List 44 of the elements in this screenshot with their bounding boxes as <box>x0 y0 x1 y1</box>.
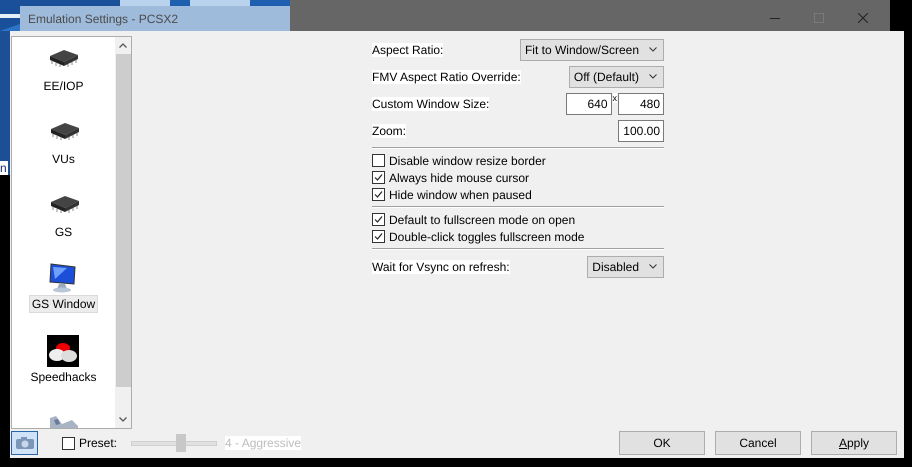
setting-label: Wait for Vsync on refresh: <box>372 260 510 274</box>
checkbox[interactable] <box>372 171 385 184</box>
dialog-button[interactable]: Apply <box>811 431 897 455</box>
preset-value: 4 - Aggressive <box>225 436 302 450</box>
checkbox-label[interactable]: Double-click toggles fullscreen mode <box>389 230 584 244</box>
scroll-bar[interactable] <box>115 37 131 428</box>
checkbox[interactable] <box>372 154 385 167</box>
dialog-button[interactable]: Cancel <box>715 431 801 455</box>
zoom-field[interactable]: 100.00 <box>618 120 664 142</box>
setting-label: FMV Aspect Ratio Override: <box>372 70 521 84</box>
scroll-thumb[interactable] <box>116 54 130 387</box>
category-label[interactable]: GS Window <box>30 296 98 312</box>
dropdown[interactable]: Fit to Window/Screen <box>520 38 664 60</box>
size-separator: x <box>612 92 617 102</box>
checkbox-label[interactable]: Hide window when paused <box>389 188 532 202</box>
screenshot-button[interactable] <box>11 431 38 455</box>
checkbox-label[interactable]: Disable window resize border <box>389 154 546 168</box>
checkbox-label[interactable]: Always hide mouse cursor <box>389 170 530 184</box>
scroll-up-icon[interactable] <box>119 43 127 48</box>
category-label[interactable]: VUs <box>50 151 77 168</box>
category-label[interactable]: EE/IOP <box>41 78 86 94</box>
checkbox[interactable] <box>372 188 385 201</box>
setting-label: Aspect Ratio: <box>372 42 444 56</box>
close-icon[interactable] <box>858 12 868 22</box>
caret-icon <box>649 264 657 269</box>
category-label[interactable]: Speedhacks <box>28 369 99 386</box>
width-field[interactable]: 640 <box>566 92 612 114</box>
category-label[interactable]: GS <box>52 224 74 240</box>
caret-icon <box>649 74 657 79</box>
caret-icon <box>649 47 657 52</box>
window-edge-text: n <box>0 161 8 175</box>
scroll-down-icon[interactable] <box>119 417 127 422</box>
setting-label: Zoom: <box>372 124 406 138</box>
window-title: Emulation Settings - PCSX2 <box>28 12 178 26</box>
dropdown[interactable]: Off (Default) <box>568 66 664 88</box>
dropdown[interactable]: Disabled <box>587 256 664 278</box>
checkbox-label[interactable]: Default to fullscreen mode on open <box>389 212 576 226</box>
pills-icon[interactable] <box>47 335 80 368</box>
checkbox[interactable] <box>372 213 385 226</box>
camera-icon <box>14 436 34 450</box>
setting-label: Custom Window Size: <box>372 96 490 110</box>
checkbox[interactable] <box>372 230 385 243</box>
dialog-button[interactable]: OK <box>619 431 705 455</box>
height-field[interactable]: 480 <box>618 92 664 114</box>
